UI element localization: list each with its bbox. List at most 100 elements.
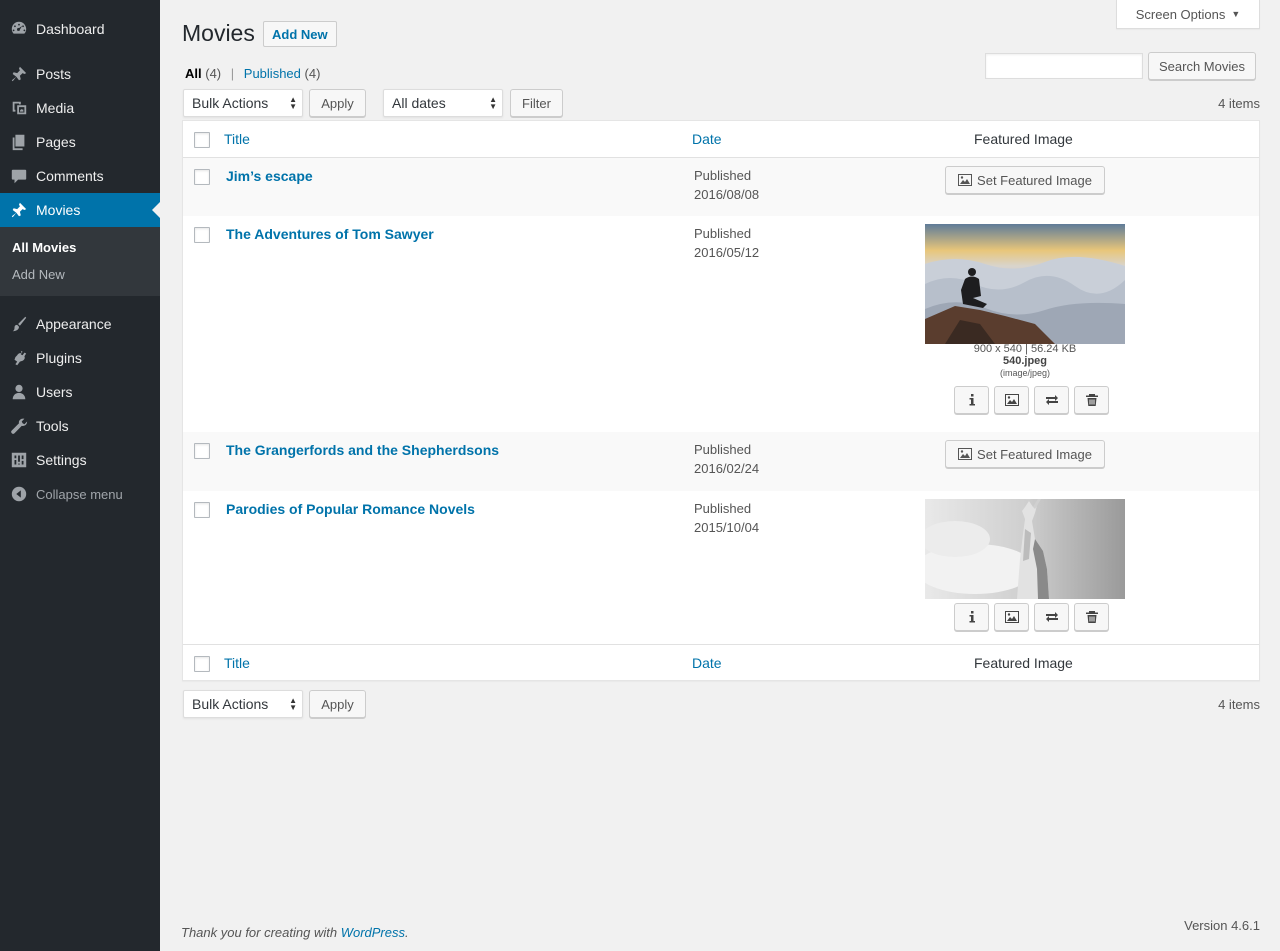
- menu-users[interactable]: Users: [0, 375, 160, 409]
- screen-options-label: Screen Options: [1135, 6, 1226, 22]
- search-movies-button[interactable]: Search Movies: [1148, 52, 1256, 80]
- table-row: Parodies of Popular Romance Novels Publi…: [183, 491, 1259, 644]
- row-title-link[interactable]: Jim’s escape: [226, 168, 313, 184]
- add-new-button[interactable]: Add New: [263, 21, 337, 47]
- change-image-button[interactable]: [994, 603, 1029, 631]
- apply-button-top[interactable]: Apply: [309, 89, 366, 117]
- info-button[interactable]: [954, 603, 989, 631]
- row-date: Published 2016/08/08: [694, 166, 759, 204]
- collapse-label: Collapse menu: [36, 486, 123, 502]
- row-title-link[interactable]: The Grangerfords and the Shepherdsons: [226, 442, 499, 458]
- comments-icon: [0, 167, 36, 185]
- footer-period: .: [405, 925, 409, 940]
- table-header: Title Date Featured Image: [183, 121, 1259, 158]
- pin-icon: [0, 65, 36, 83]
- dates-select[interactable]: All dates ▲ ▼: [383, 89, 503, 117]
- statue-of-liberty-image: [925, 499, 1125, 599]
- screen-options-button[interactable]: Screen Options ▼: [1116, 0, 1260, 29]
- menu-label: Users: [36, 384, 73, 400]
- select-all-checkbox[interactable]: [194, 132, 210, 148]
- set-featured-label: Set Featured Image: [977, 446, 1092, 462]
- row-checkbox[interactable]: [194, 227, 210, 243]
- row-title-link[interactable]: Parodies of Popular Romance Novels: [226, 501, 475, 517]
- menu-dashboard[interactable]: Dashboard: [0, 12, 160, 46]
- featured-image-thumbnail[interactable]: [925, 224, 1125, 344]
- trash-icon: [1085, 611, 1098, 623]
- view-separator: |: [230, 66, 235, 81]
- row-checkbox[interactable]: [194, 502, 210, 518]
- menu-comments[interactable]: Comments: [0, 159, 160, 193]
- menu-label: Dashboard: [36, 21, 105, 37]
- movies-table: Title Date Featured Image Jim’s escape P…: [182, 120, 1260, 681]
- view-published-link[interactable]: Published: [244, 66, 301, 81]
- info-button[interactable]: [954, 386, 989, 414]
- info-icon: [969, 611, 975, 623]
- info-icon: [969, 394, 975, 406]
- menu-settings[interactable]: Settings: [0, 443, 160, 477]
- image-filename: 540.jpeg: [1002, 355, 1048, 367]
- image-mimetype: (image/jpeg): [999, 368, 1051, 378]
- caret-down-icon: ▼: [1231, 9, 1241, 19]
- menu-movies[interactable]: Movies: [0, 193, 160, 227]
- row-date-value: 2015/10/04: [694, 520, 760, 535]
- menu-tools[interactable]: Tools: [0, 409, 160, 443]
- column-title-footer[interactable]: Title: [224, 655, 250, 671]
- table-footer: Title Date Featured Image: [183, 644, 1259, 681]
- select-all-checkbox[interactable]: [194, 656, 210, 672]
- menu-label: Appearance: [36, 316, 112, 332]
- bulk-actions-value: Bulk Actions: [192, 696, 269, 712]
- swap-image-button[interactable]: [1034, 603, 1069, 631]
- remove-image-button[interactable]: [1074, 603, 1109, 631]
- footer-version: Version 4.6.1: [1184, 918, 1260, 933]
- items-count-bottom: 4 items: [1218, 697, 1260, 712]
- image-dimensions: 900 x 540 | 56.24 KB: [973, 343, 1077, 355]
- column-date-header[interactable]: Date: [692, 131, 722, 147]
- row-checkbox[interactable]: [194, 169, 210, 185]
- column-featured-footer: Featured Image: [974, 655, 1073, 671]
- bulk-actions-value: Bulk Actions: [192, 95, 269, 111]
- column-featured-header: Featured Image: [974, 131, 1073, 147]
- settings-icon: [0, 451, 36, 469]
- plugin-icon: [0, 349, 36, 367]
- row-title-link[interactable]: The Adventures of Tom Sawyer: [226, 226, 434, 242]
- set-featured-image-button[interactable]: Set Featured Image: [945, 440, 1105, 468]
- column-date-footer[interactable]: Date: [692, 655, 722, 671]
- submenu-add-new[interactable]: Add New: [12, 267, 65, 282]
- filter-button[interactable]: Filter: [510, 89, 563, 117]
- column-title-header[interactable]: Title: [224, 131, 250, 147]
- footer-thanks: Thank you for creating with WordPress.: [181, 925, 409, 940]
- image-icon: [958, 448, 973, 460]
- featured-image-thumbnail[interactable]: [925, 499, 1125, 599]
- row-date-value: 2016/02/24: [694, 461, 760, 476]
- menu-label: Movies: [36, 202, 81, 218]
- row-status: Published: [694, 226, 752, 241]
- users-icon: [0, 383, 36, 401]
- menu-pages[interactable]: Pages: [0, 125, 160, 159]
- items-count-top: 4 items: [1218, 96, 1260, 111]
- bulk-actions-select-bottom[interactable]: Bulk Actions ▲ ▼: [183, 690, 303, 718]
- menu-label: Tools: [36, 418, 69, 434]
- submenu-all-movies[interactable]: All Movies: [12, 240, 76, 255]
- swap-image-button[interactable]: [1034, 386, 1069, 414]
- brush-icon: [0, 315, 36, 333]
- search-input[interactable]: [985, 53, 1143, 79]
- collapse-menu-button[interactable]: Collapse menu: [0, 477, 160, 511]
- pages-icon: [0, 133, 36, 151]
- row-checkbox[interactable]: [194, 443, 210, 459]
- view-all-link[interactable]: All: [185, 66, 202, 81]
- row-date-value: 2016/08/08: [694, 187, 760, 202]
- menu-plugins[interactable]: Plugins: [0, 341, 160, 375]
- remove-image-button[interactable]: [1074, 386, 1109, 414]
- view-published-count: (4): [304, 66, 321, 81]
- menu-media[interactable]: Media: [0, 91, 160, 125]
- apply-button-bottom[interactable]: Apply: [309, 690, 366, 718]
- wordpress-link[interactable]: WordPress: [341, 925, 405, 940]
- bulk-actions-select-top[interactable]: Bulk Actions ▲ ▼: [183, 89, 303, 117]
- change-image-button[interactable]: [994, 386, 1029, 414]
- row-date: Published 2016/02/24: [694, 440, 759, 478]
- pin-icon: [0, 201, 36, 219]
- menu-posts[interactable]: Posts: [0, 57, 160, 91]
- set-featured-image-button[interactable]: Set Featured Image: [945, 166, 1105, 194]
- menu-label: Posts: [36, 66, 72, 82]
- menu-appearance[interactable]: Appearance: [0, 307, 160, 341]
